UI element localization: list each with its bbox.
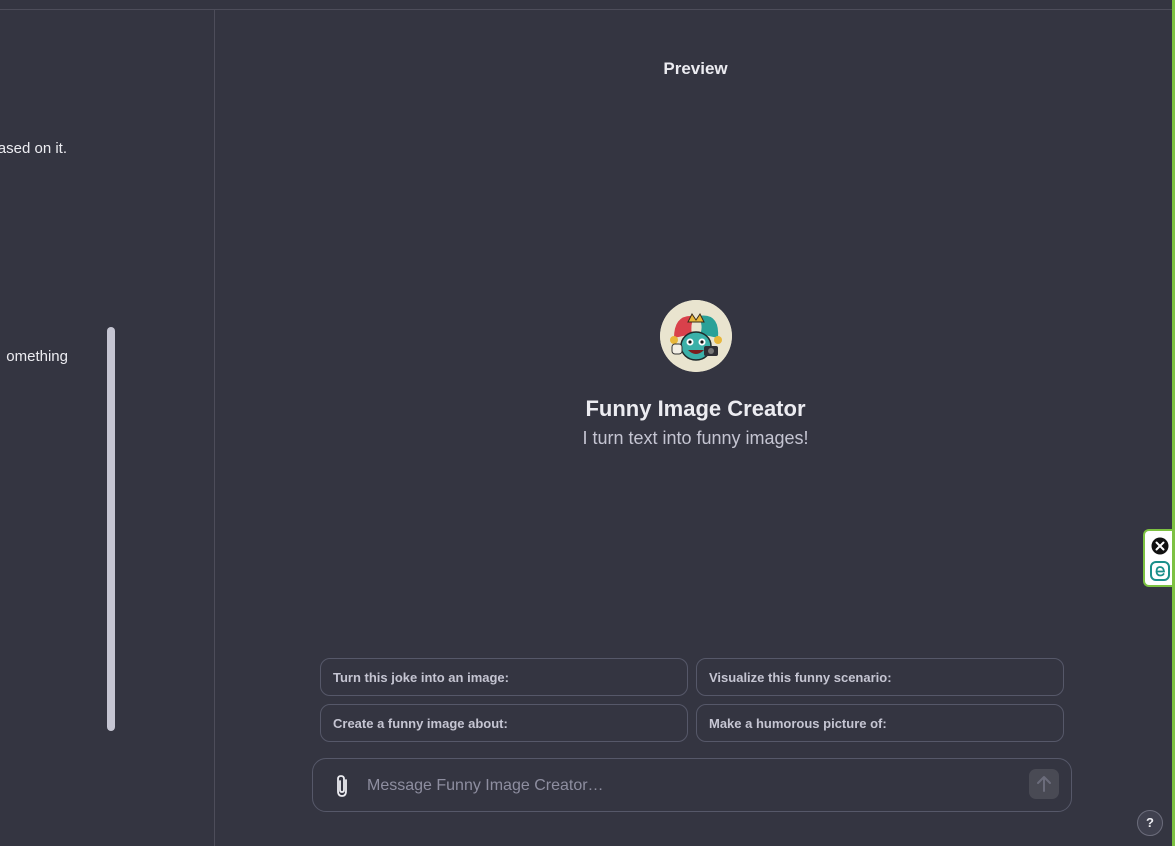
arrow-up-icon <box>1037 776 1051 792</box>
suggestion-button[interactable]: Visualize this funny scenario: <box>696 658 1064 696</box>
suggestion-button[interactable]: Turn this joke into an image: <box>320 658 688 696</box>
paperclip-icon[interactable] <box>331 773 353 799</box>
e-logo-icon[interactable] <box>1150 561 1170 581</box>
gpt-name: Funny Image Creator <box>585 396 806 421</box>
close-circle-icon[interactable] <box>1151 537 1169 555</box>
left-config-pane: ased on it. omething <box>0 10 215 846</box>
suggestion-button[interactable]: Create a funny image about: <box>320 704 688 742</box>
gpt-description: I turn text into funny images! <box>582 428 809 448</box>
left-pane-text: omething <box>6 348 68 365</box>
suggestion-button[interactable]: Make a humorous picture of: <box>696 704 1064 742</box>
extension-widget <box>1143 529 1175 587</box>
left-pane-text: ased on it. <box>0 140 67 157</box>
jester-avatar-icon <box>660 300 732 372</box>
message-composer <box>312 758 1072 812</box>
help-button[interactable]: ? <box>1137 810 1163 836</box>
left-pane-scrollbar[interactable] <box>107 327 115 731</box>
send-button[interactable] <box>1029 769 1059 799</box>
message-input[interactable] <box>367 773 1017 799</box>
preview-title: Preview <box>663 59 728 78</box>
